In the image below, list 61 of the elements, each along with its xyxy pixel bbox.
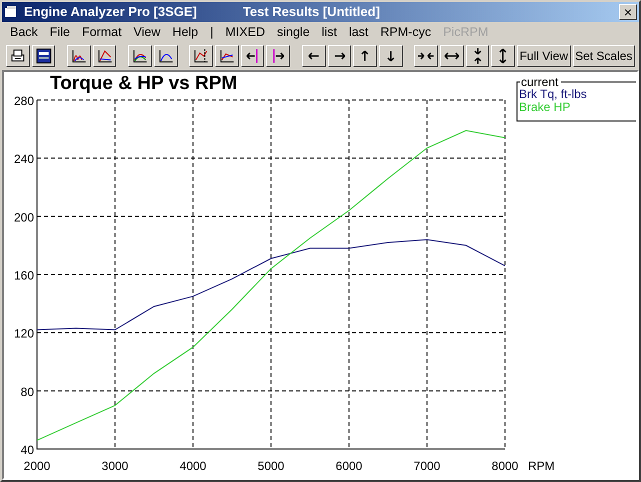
chart-icon: [96, 47, 114, 65]
tick-label: 3000: [102, 459, 128, 473]
toolbar-button[interactable]: [266, 45, 290, 67]
menu-item[interactable]: last: [342, 22, 374, 42]
tick-label: 120: [14, 326, 34, 341]
menu-item[interactable]: single: [270, 22, 316, 42]
monitor-icon: [34, 47, 52, 65]
legend-title: current: [521, 75, 558, 89]
toolbar-button[interactable]: [92, 45, 116, 67]
toolbar-button[interactable]: [128, 45, 152, 67]
toolbar-button[interactable]: [215, 45, 239, 67]
app-icon: [4, 6, 18, 18]
legend-entry: Brake HP: [519, 100, 570, 114]
chart-icon: [192, 47, 210, 65]
toolbar-button[interactable]: [414, 45, 438, 67]
toolbar-button[interactable]: [353, 45, 377, 67]
toolbar-button[interactable]: [6, 45, 30, 67]
menu-item[interactable]: |: [204, 22, 220, 42]
tick-label: 80: [20, 384, 34, 399]
toolbar-button[interactable]: [491, 45, 516, 67]
toolbar-button[interactable]: Set Scales: [572, 45, 635, 67]
axis-label: RPM: [528, 459, 555, 473]
chart-icon: [156, 47, 175, 65]
chart-icon: [70, 47, 88, 65]
tick-label: 160: [14, 268, 34, 282]
toolbar-button[interactable]: Full View: [517, 45, 571, 67]
menu-item[interactable]: File: [44, 22, 76, 42]
tick-label: 4000: [180, 459, 206, 473]
toolbar-button[interactable]: [302, 45, 326, 67]
menu-item[interactable]: MIXED: [219, 22, 271, 42]
tick-label: 7000: [414, 459, 440, 473]
close-button[interactable]: ×: [619, 4, 637, 20]
tick-label: 6000: [336, 459, 362, 473]
tick-label: 8000: [492, 459, 518, 473]
legend-entry: Brk Tq, ft-lbs: [519, 87, 587, 101]
toolbar-button[interactable]: [67, 45, 91, 67]
window-title: Engine Analyzer Pro [3SGE]: [24, 3, 197, 22]
chart-icon: [218, 47, 236, 65]
tick-label: 240: [14, 152, 34, 166]
menu-item[interactable]: Format: [76, 22, 128, 42]
toolbar-button[interactable]: [378, 45, 403, 67]
document-title: Test Results [Untitled]: [242, 3, 380, 22]
tick-label: 40: [20, 443, 34, 457]
tick-label: 200: [14, 210, 34, 224]
menu-item[interactable]: RPM-cyc: [374, 22, 438, 42]
toolbar-button[interactable]: [189, 45, 214, 67]
toolbar-button[interactable]: [240, 45, 264, 67]
toolbar-button[interactable]: [466, 45, 490, 67]
toolbar-button[interactable]: [154, 45, 178, 67]
chart-icon: [131, 47, 149, 65]
tick-label: 5000: [258, 459, 284, 473]
menu-item[interactable]: View: [128, 22, 166, 42]
chart-title: Torque & HP vs RPM: [50, 73, 238, 94]
tick-label: 2000: [24, 459, 50, 473]
toolbar-button[interactable]: [32, 45, 56, 67]
toolbar-button[interactable]: [328, 45, 352, 67]
menu-item[interactable]: Back: [4, 22, 44, 42]
menu-item[interactable]: list: [316, 22, 343, 42]
menu-item[interactable]: Help: [166, 22, 204, 42]
toolbar-button[interactable]: [440, 45, 464, 67]
tick-label: 280: [14, 94, 34, 108]
